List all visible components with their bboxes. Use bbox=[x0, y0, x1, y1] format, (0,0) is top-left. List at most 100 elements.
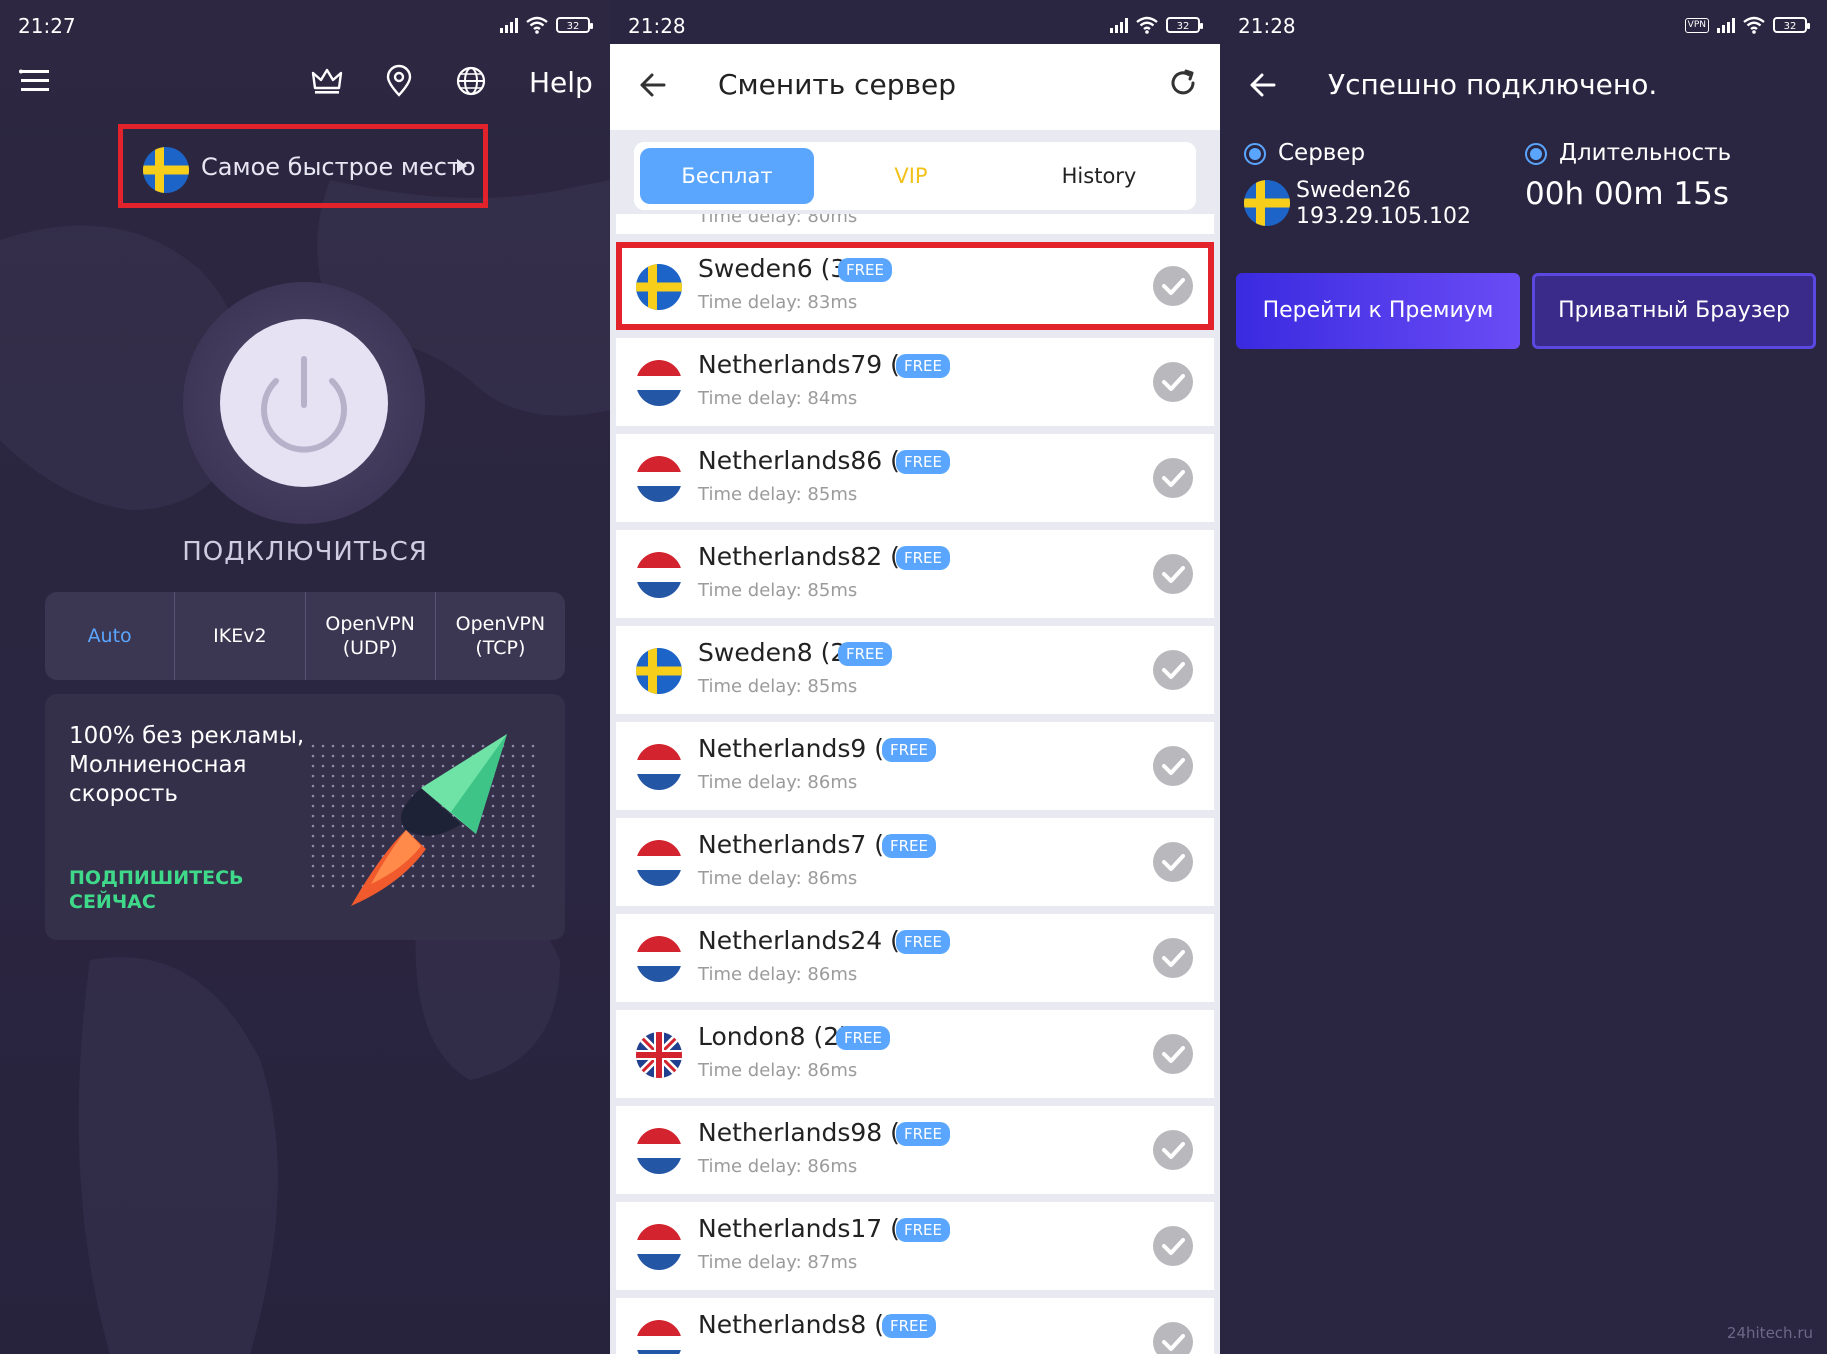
server-delay: Time delay: 86ms bbox=[698, 1060, 858, 1081]
server-delay: Time delay: 83ms bbox=[698, 292, 858, 313]
server-name: Netherlands98 (5) bbox=[698, 1118, 926, 1147]
connect-power-button[interactable] bbox=[220, 319, 388, 487]
server-row[interactable]: Netherlands86 (2) FREE Time delay: 85ms bbox=[616, 434, 1214, 522]
free-badge: FREE bbox=[896, 354, 951, 378]
server-row[interactable]: Netherlands17 (5) FREE Time delay: 87ms bbox=[616, 1202, 1214, 1290]
location-pin-icon[interactable] bbox=[382, 64, 416, 98]
private-browser-button[interactable]: Приватный Браузер bbox=[1532, 273, 1816, 349]
server-delay: Time delay: 86ms bbox=[698, 772, 858, 793]
server-name: Sweden8 (2) bbox=[698, 638, 857, 667]
check-icon[interactable] bbox=[1153, 938, 1193, 978]
server-list-header: Сменить сервер bbox=[610, 44, 1220, 130]
server-row[interactable]: Netherlands82 (4) FREE Time delay: 85ms bbox=[616, 530, 1214, 618]
server-name: Netherlands79 (5) bbox=[698, 350, 926, 379]
watermark: 24hitech.ru bbox=[1726, 1324, 1813, 1342]
protocol-ikev2[interactable]: IKEv2 bbox=[175, 592, 306, 680]
check-icon[interactable] bbox=[1153, 842, 1193, 882]
check-icon[interactable] bbox=[1153, 1322, 1193, 1354]
server-row[interactable]: London8 (2) FREE Time delay: 86ms bbox=[616, 1010, 1214, 1098]
protocol-openvpn-tcp[interactable]: OpenVPN (TCP) bbox=[436, 592, 565, 680]
server-row[interactable]: Netherlands7 (5) FREE Time delay: 86ms bbox=[616, 818, 1214, 906]
check-icon[interactable] bbox=[1153, 362, 1193, 402]
server-list-screen: 21:28 32 Сменить сервер Бесплат VIP Hist… bbox=[610, 0, 1220, 1354]
refresh-icon[interactable] bbox=[1168, 68, 1198, 98]
server-name: Netherlands7 (5) bbox=[698, 830, 910, 859]
premium-promo-card[interactable]: 100% без рекламы, Молниеносная скорость … bbox=[45, 694, 565, 940]
tab-free[interactable]: Бесплат bbox=[640, 148, 814, 204]
list-item-partial[interactable]: Time delay: 80ms bbox=[616, 214, 1214, 234]
server-row[interactable]: Netherlands24 (5) FREE Time delay: 86ms bbox=[616, 914, 1214, 1002]
netherlands-flag-icon bbox=[636, 1320, 682, 1354]
uk-flag-icon bbox=[636, 1032, 682, 1078]
connected-screen: 21:28 VPN 32 Успешно подключено. Сервер … bbox=[1220, 0, 1827, 1354]
free-badge: FREE bbox=[882, 1314, 937, 1338]
battery-icon: 32 bbox=[556, 17, 593, 33]
netherlands-flag-icon bbox=[636, 456, 682, 502]
check-icon[interactable] bbox=[1153, 1130, 1193, 1170]
sweden-flag-icon bbox=[636, 264, 682, 310]
check-icon[interactable] bbox=[1153, 1226, 1193, 1266]
status-bar: 21:27 32 bbox=[0, 0, 610, 44]
protocol-openvpn-udp[interactable]: OpenVPN (UDP) bbox=[306, 592, 436, 680]
signal-icon bbox=[500, 17, 518, 33]
power-icon bbox=[261, 356, 347, 453]
server-row[interactable]: Netherlands9 (2) FREE Time delay: 86ms bbox=[616, 722, 1214, 810]
status-bar: 21:28 32 bbox=[610, 0, 1220, 44]
globe-icon[interactable] bbox=[454, 64, 488, 98]
signal-icon bbox=[1717, 17, 1735, 33]
server-delay: Time delay: 84ms bbox=[698, 388, 858, 409]
server-row[interactable]: Netherlands79 (5) FREE Time delay: 84ms bbox=[616, 338, 1214, 426]
server-name: Netherlands17 (5) bbox=[698, 1214, 926, 1243]
fastest-location-selector[interactable]: Самое быстрое место bbox=[118, 124, 488, 208]
netherlands-flag-icon bbox=[636, 744, 682, 790]
connected-server-info: Sweden26 193.29.105.102 bbox=[1296, 178, 1471, 230]
go-premium-button[interactable]: Перейти к Премиум bbox=[1236, 273, 1520, 349]
promo-text: 100% без рекламы, Молниеносная скорость bbox=[69, 723, 305, 807]
check-icon[interactable] bbox=[1153, 650, 1193, 690]
check-icon[interactable] bbox=[1153, 266, 1193, 306]
free-badge: FREE bbox=[896, 546, 951, 570]
back-arrow-icon[interactable] bbox=[1248, 70, 1278, 100]
sweden-flag-icon bbox=[1244, 180, 1290, 226]
free-badge: FREE bbox=[896, 450, 951, 474]
protocol-auto[interactable]: Auto bbox=[45, 592, 176, 680]
check-icon[interactable] bbox=[1153, 458, 1193, 498]
sweden-flag-icon bbox=[636, 648, 682, 694]
connection-duration: 00h 00m 15s bbox=[1525, 176, 1730, 212]
server-name: Netherlands24 (5) bbox=[698, 926, 926, 955]
free-badge: FREE bbox=[882, 738, 937, 762]
crown-icon[interactable] bbox=[310, 64, 344, 98]
fastest-location-label: Самое быстрое место bbox=[201, 153, 476, 181]
server-name: Netherlands86 (2) bbox=[698, 446, 926, 475]
connect-label[interactable]: ПОДКЛЮЧИТЬСЯ bbox=[0, 537, 610, 567]
subscribe-now-link[interactable]: ПОДПИШИТЕСЬ СЕЙЧАС bbox=[69, 866, 269, 914]
server-row[interactable]: Netherlands8 (5) FREE bbox=[616, 1298, 1214, 1354]
free-badge: FREE bbox=[896, 1218, 951, 1242]
back-arrow-icon[interactable] bbox=[638, 70, 668, 100]
duration-label: Длительность bbox=[1559, 140, 1732, 166]
server-row[interactable]: Netherlands98 (5) FREE Time delay: 86ms bbox=[616, 1106, 1214, 1194]
tab-vip[interactable]: VIP bbox=[824, 148, 998, 204]
server-delay: Time delay: 86ms bbox=[698, 1156, 858, 1177]
tab-history[interactable]: History bbox=[1008, 148, 1190, 204]
wifi-icon bbox=[1743, 16, 1765, 34]
check-icon[interactable] bbox=[1153, 746, 1193, 786]
check-icon[interactable] bbox=[1153, 554, 1193, 594]
server-label: Сервер bbox=[1278, 140, 1366, 166]
help-link[interactable]: Help bbox=[529, 66, 593, 99]
free-badge: FREE bbox=[896, 1122, 951, 1146]
server-row[interactable]: Sweden8 (2) FREE Time delay: 85ms bbox=[616, 626, 1214, 714]
server-delay: Time delay: 80ms bbox=[698, 214, 858, 227]
server-row[interactable]: Sweden6 (3) FREE Time delay: 83ms bbox=[616, 242, 1214, 330]
page-title: Успешно подключено. bbox=[1328, 68, 1658, 101]
netherlands-flag-icon bbox=[636, 552, 682, 598]
connected-server-name: Sweden26 bbox=[1296, 178, 1411, 203]
check-icon[interactable] bbox=[1153, 1034, 1193, 1074]
netherlands-flag-icon bbox=[636, 1224, 682, 1270]
signal-icon bbox=[1110, 17, 1128, 33]
server-name: Netherlands8 (5) bbox=[698, 1310, 910, 1339]
server-name: Sweden6 (3) bbox=[698, 254, 857, 283]
menu-icon[interactable] bbox=[18, 64, 52, 98]
page-title: Сменить сервер bbox=[718, 68, 957, 101]
server-delay: Time delay: 86ms bbox=[698, 964, 858, 985]
